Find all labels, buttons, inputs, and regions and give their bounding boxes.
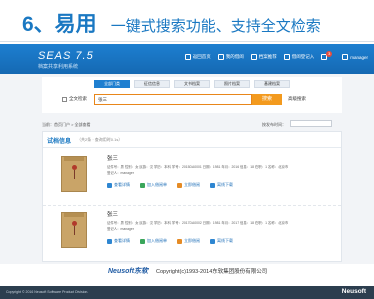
result-registrar: 登记人：manager: [107, 171, 134, 175]
result-name[interactable]: 张三: [107, 154, 118, 162]
copyright-text: Copyright(c)1993-2014东软集团股份有限公司: [156, 269, 268, 275]
fulltext-label: 全文检索: [69, 96, 87, 101]
result-meta: 证件号：男 性别：女 民族：汉 学历：本科 学号：2017DA0002 日期：1…: [107, 221, 289, 225]
notification-link[interactable]: 3: [321, 51, 335, 60]
slide-footer: Copyright © 2016 Neusoft Software Produc…: [0, 286, 374, 299]
view-detail-button[interactable]: 查看详情: [107, 182, 130, 188]
search-button[interactable]: 搜索: [252, 94, 282, 105]
result-item: 张三 证件号：男 性别：女 民族：汉 学历：本科 学号：2015DA0001 日…: [43, 150, 341, 206]
borrow-now-button[interactable]: 立即借阅: [177, 238, 200, 244]
cart-icon: [283, 54, 290, 60]
download-button[interactable]: 离线下载: [210, 238, 233, 244]
fulltext-option[interactable]: 全文检索: [62, 96, 87, 102]
title-divider: [0, 41, 374, 42]
neusoft-logo: Neusoft东软: [108, 268, 149, 275]
fulltext-checkbox[interactable]: [62, 96, 67, 102]
search-panel: 全部门类 征信信息 文书档案 照片档案 基建档案 全文检索 张三 搜索 高级搜索: [42, 77, 342, 113]
archive-folder-icon[interactable]: [61, 212, 87, 248]
results-panel: 试档信息 （共2条 · 查询用时0.1s） 张三 证件号：男 性别：女 民族：汉…: [42, 131, 342, 262]
borrow-register-link[interactable]: 借阅登记入: [283, 54, 314, 60]
download-icon: [210, 238, 215, 244]
header-links: 返回首页 我的借阅 档案推荐 借阅登记入 3 manager: [184, 51, 368, 60]
slide-section-number: 6、易用: [22, 13, 97, 36]
book-icon: [217, 54, 224, 60]
app-logo-subtitle: 档案共享利用系统: [38, 64, 79, 70]
result-registrar: 登记人：manager: [107, 227, 134, 231]
home-link[interactable]: 返回首页: [184, 54, 211, 60]
download-icon: [210, 182, 215, 188]
slide-title: 6、易用 一键式搜索功能、支持全文检索: [22, 8, 321, 38]
result-actions: 查看详情 加入借阅单 立即借阅 离线下载: [107, 182, 233, 188]
borrow-icon: [177, 182, 182, 188]
add-icon: [140, 182, 145, 188]
detail-icon: [107, 238, 112, 244]
tab-documents[interactable]: 文书档案: [174, 80, 210, 88]
result-name[interactable]: 张三: [107, 210, 118, 218]
sort-select[interactable]: [290, 120, 332, 127]
results-count: （共2条 · 查询用时0.1s）: [77, 137, 123, 142]
borrow-icon: [177, 238, 182, 244]
view-detail-button[interactable]: 查看详情: [107, 238, 130, 244]
category-tabs: 全部门类 征信信息 文书档案 照片档案 基建档案: [94, 80, 290, 88]
advanced-search-link[interactable]: 高级搜索: [288, 96, 306, 102]
add-to-borrow-button[interactable]: 加入借阅单: [140, 238, 167, 244]
result-meta: 证件号：男 性别：女 民族：汉 学历：本科 学号：2015DA0001 日期：1…: [107, 165, 289, 169]
star-icon: [250, 54, 257, 60]
folder-string: [74, 170, 75, 179]
app-footer: Neusoft东软 Copyright(c)1993-2014东软集团股份有限公…: [0, 264, 374, 284]
slide-footer-text: Copyright © 2016 Neusoft Software Produc…: [6, 290, 89, 294]
detail-icon: [107, 182, 112, 188]
sort-label: 按发布时间：: [262, 122, 286, 127]
slide-description: 一键式搜索功能、支持全文检索: [110, 18, 321, 35]
app-header: SEAS 7.5 档案共享利用系统 返回首页 我的借阅 档案推荐 借阅登记入 3…: [0, 44, 374, 74]
breadcrumb: 当前：首页门户 > 全部查看: [42, 122, 91, 127]
notification-badge: 3: [326, 51, 333, 57]
recommend-link[interactable]: 档案推荐: [250, 54, 277, 60]
results-divider: [43, 147, 341, 148]
tab-credit[interactable]: 征信信息: [134, 80, 170, 88]
app-window: SEAS 7.5 档案共享利用系统 返回首页 我的借阅 档案推荐 借阅登记入 3…: [0, 44, 374, 284]
slide-footer-brand: Neusoft: [341, 288, 366, 295]
folder-string: [74, 226, 75, 235]
tab-all[interactable]: 全部门类: [94, 80, 130, 88]
tab-photos[interactable]: 照片档案: [214, 80, 250, 88]
result-actions: 查看详情 加入借阅单 立即借阅 离线下载: [107, 238, 233, 244]
archive-folder-icon[interactable]: [61, 156, 87, 192]
borrow-now-button[interactable]: 立即借阅: [177, 182, 200, 188]
user-menu[interactable]: manager: [342, 54, 368, 60]
home-icon: [184, 54, 191, 60]
user-icon: [342, 54, 349, 60]
results-title: 试档信息: [47, 139, 72, 145]
my-borrow-link[interactable]: 我的借阅: [217, 54, 244, 60]
result-item: 张三 证件号：男 性别：女 民族：汉 学历：本科 学号：2017DA0002 日…: [43, 205, 341, 261]
add-to-borrow-button[interactable]: 加入借阅单: [140, 182, 167, 188]
download-button[interactable]: 离线下载: [210, 182, 233, 188]
search-input[interactable]: 张三: [94, 94, 252, 105]
add-icon: [140, 238, 145, 244]
tab-construction[interactable]: 基建档案: [254, 80, 290, 88]
app-logo: SEAS 7.5: [38, 50, 94, 62]
